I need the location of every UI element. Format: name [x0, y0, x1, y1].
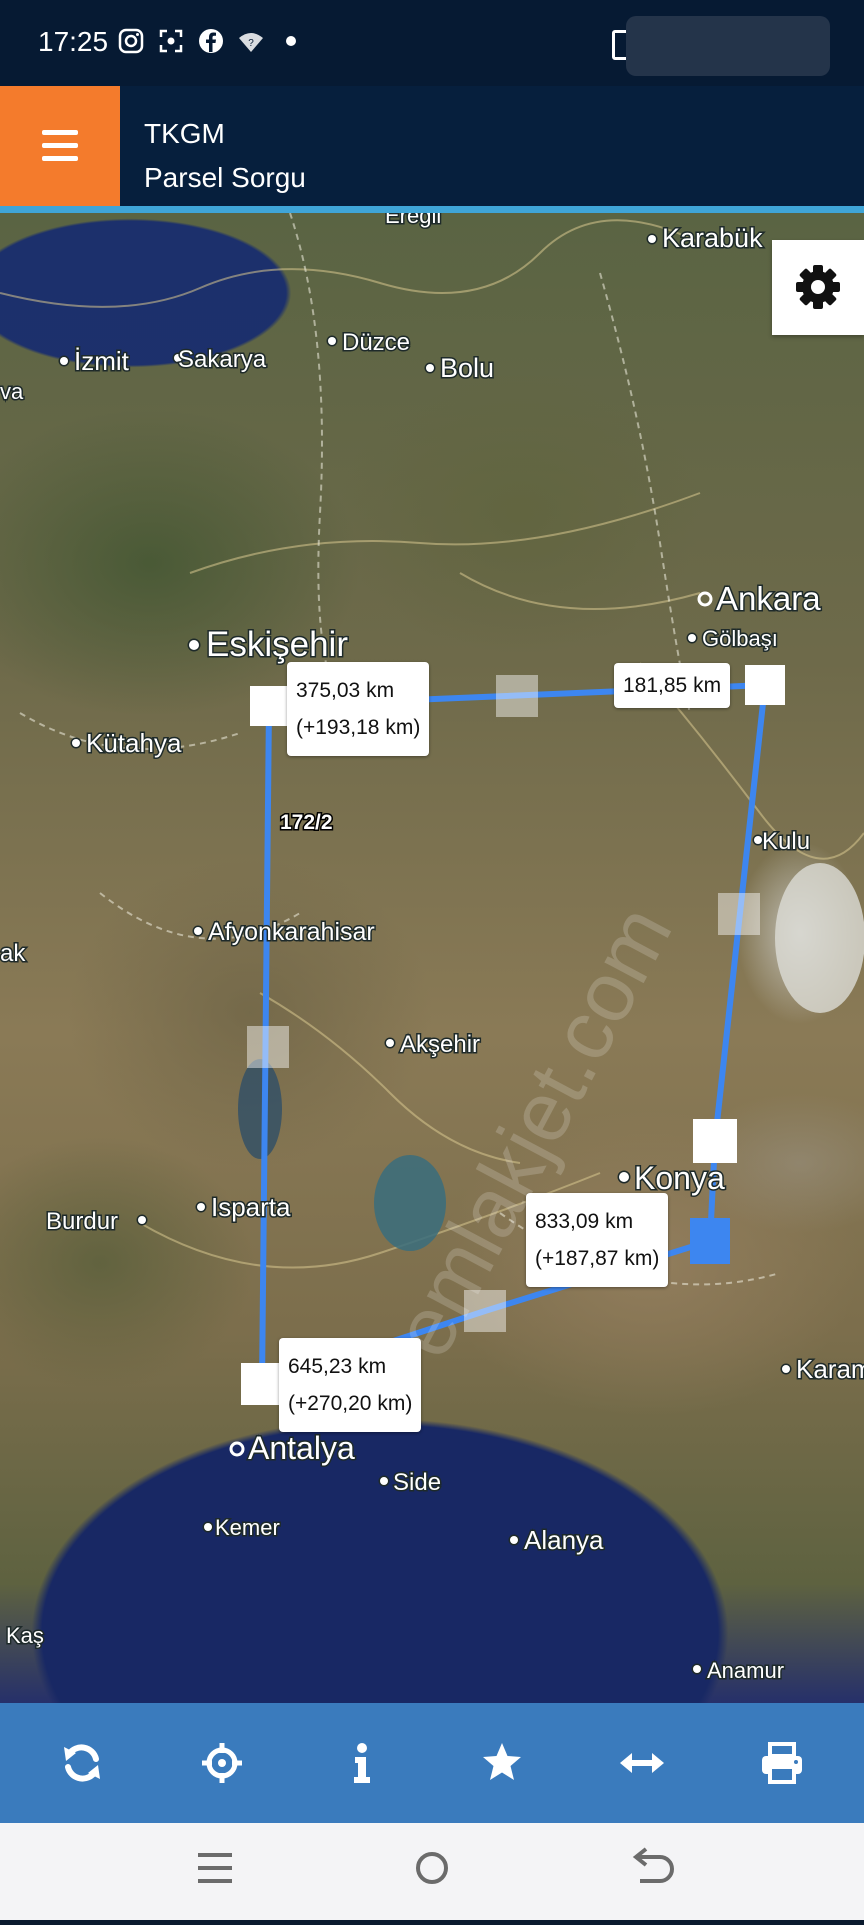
measure-label: 181,85 km: [614, 663, 731, 708]
measure-label: 375,03 km (+193,18 km): [287, 662, 430, 756]
recent-apps-icon[interactable]: [198, 1853, 232, 1883]
lake: [238, 1059, 282, 1159]
place-label: Isparta: [211, 1192, 291, 1222]
app-header: TKGM Parsel Sorgu: [0, 86, 864, 206]
parcel-label: 172/2: [280, 811, 333, 834]
measure-distance: 645,23 km: [288, 1355, 387, 1378]
place-label: Gölbaşı: [702, 626, 778, 651]
print-button[interactable]: [732, 1713, 832, 1813]
home-icon[interactable]: [416, 1852, 448, 1884]
info-icon: [354, 1743, 370, 1783]
place-label: Ereğli: [385, 213, 441, 228]
measure-segment: (+187,87 km): [535, 1247, 660, 1270]
place-label: Afyonkarahisar: [208, 918, 375, 946]
measure-vertex-handle[interactable]: [241, 1363, 283, 1405]
system-nav-bar: [0, 1823, 864, 1920]
place-label: Karabük: [662, 223, 763, 253]
place-label: Burdur: [46, 1208, 118, 1235]
favorite-button[interactable]: [452, 1713, 552, 1813]
measure-distance: 833,09 km: [535, 1210, 634, 1233]
place-label: Alanya: [524, 1525, 604, 1555]
place-label: Akşehir: [400, 1031, 480, 1058]
place-label: Düzce: [342, 329, 410, 356]
place-label: Side: [393, 1469, 441, 1496]
place-label: Kemer: [215, 1515, 280, 1540]
place-label: Karam: [796, 1354, 864, 1384]
status-bar: 17:25 ?: [0, 0, 864, 86]
place-label: Eskişehir: [206, 625, 348, 664]
hamburger-menu-icon[interactable]: [0, 86, 120, 206]
map-overlay: Ereğli Karabük İzmit Sakarya Düzce Bolu …: [0, 213, 864, 1685]
place-label: Kaş: [6, 1623, 44, 1648]
header-accent-line: [0, 206, 864, 213]
locate-button[interactable]: [172, 1713, 272, 1813]
measure-button[interactable]: [592, 1713, 692, 1813]
gear-icon: [796, 265, 840, 309]
facebook-icon: [198, 28, 224, 54]
measure-label: 645,23 km (+270,20 km): [279, 1338, 422, 1432]
salt-lake: [775, 863, 864, 1013]
back-icon[interactable]: [632, 1847, 674, 1883]
status-icons-blurred: [626, 16, 830, 76]
measure-midpoint-handle[interactable]: [496, 675, 538, 717]
locate-crosshair-icon: [202, 1743, 242, 1783]
refresh-icon: [64, 1744, 100, 1782]
measure-midpoint-handle[interactable]: [247, 1026, 289, 1068]
map-view[interactable]: Ereğli Karabük İzmit Sakarya Düzce Bolu …: [0, 213, 864, 1703]
measure-distance: 181,85 km: [623, 674, 722, 697]
screenshot-icon: [158, 28, 184, 54]
place-label: Anamur: [707, 1658, 784, 1683]
info-button[interactable]: [312, 1713, 412, 1813]
measure-vertex-handle[interactable]: [693, 1119, 737, 1163]
app-subtitle: Parsel Sorgu: [144, 162, 306, 193]
place-label: Ankara: [716, 580, 821, 617]
measure-vertex-active[interactable]: [690, 1218, 730, 1264]
place-label: İzmit: [74, 346, 130, 376]
settings-button[interactable]: [772, 240, 864, 335]
print-icon: [762, 1742, 802, 1784]
app-title: TKGM: [144, 118, 225, 149]
dot-icon: [278, 28, 304, 54]
clock: 17:25: [38, 26, 109, 57]
bottom-toolbar: [0, 1703, 864, 1823]
measure-segment: (+193,18 km): [296, 716, 421, 739]
measure-vertex-handle[interactable]: [745, 665, 785, 705]
star-icon: [483, 1743, 521, 1780]
measure-label: 833,09 km (+187,87 km): [526, 1193, 669, 1287]
measure-distance: 375,03 km: [296, 679, 395, 702]
place-label: Antalya: [248, 1430, 355, 1466]
wifi-question-icon: ?: [238, 28, 264, 54]
place-label: va: [0, 379, 24, 404]
place-label: ak: [0, 940, 26, 967]
measure-midpoint-handle[interactable]: [718, 893, 760, 935]
place-label: Kulu: [762, 828, 810, 855]
svg-text:?: ?: [248, 38, 254, 49]
place-label: Kütahya: [86, 728, 182, 758]
instagram-icon: [118, 28, 144, 54]
measure-arrows-icon: [620, 1753, 664, 1773]
place-label: Konya: [634, 1160, 725, 1196]
measure-segment: (+270,20 km): [288, 1392, 413, 1415]
place-label: Bolu: [440, 353, 494, 383]
place-label: Sakarya: [178, 346, 267, 373]
measure-vertex-handle[interactable]: [250, 686, 288, 726]
refresh-button[interactable]: [32, 1713, 132, 1813]
measure-polyline: [259, 682, 768, 1387]
